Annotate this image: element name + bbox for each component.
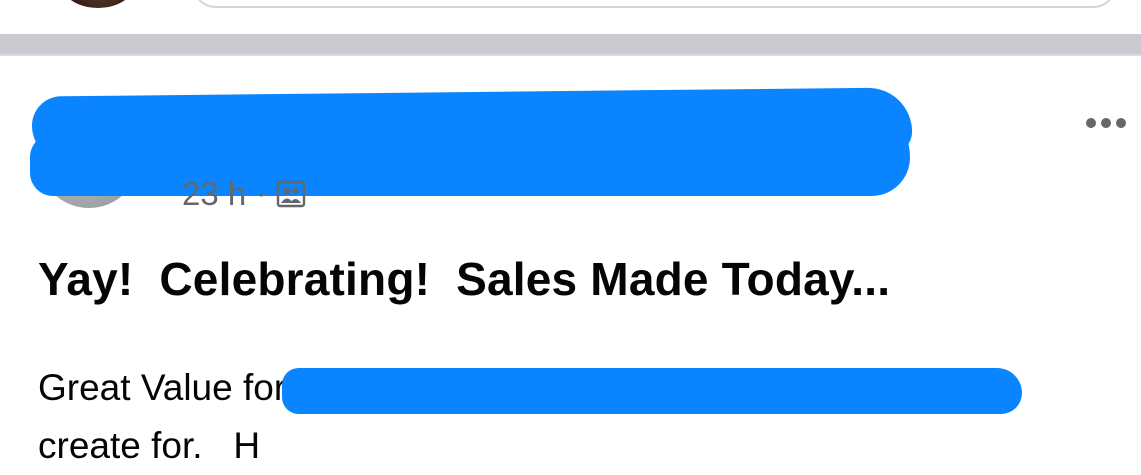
- more-horizontal-icon[interactable]: [1086, 118, 1126, 128]
- post-title: Yay! Celebrating! Sales Made Today...: [38, 253, 891, 305]
- meta-separator: ·: [256, 177, 267, 210]
- feed-divider: [0, 34, 1141, 56]
- post-timestamp[interactable]: 23 h: [182, 175, 246, 213]
- composer-strip: [0, 0, 1141, 34]
- redaction-mark: [282, 368, 1022, 414]
- group-icon: [277, 180, 306, 208]
- post-meta: 23 h ·: [182, 175, 306, 213]
- composer-input[interactable]: [192, 0, 1117, 8]
- current-user-avatar[interactable]: [58, 0, 138, 8]
- post-body-line-2: create for. H: [38, 425, 261, 466]
